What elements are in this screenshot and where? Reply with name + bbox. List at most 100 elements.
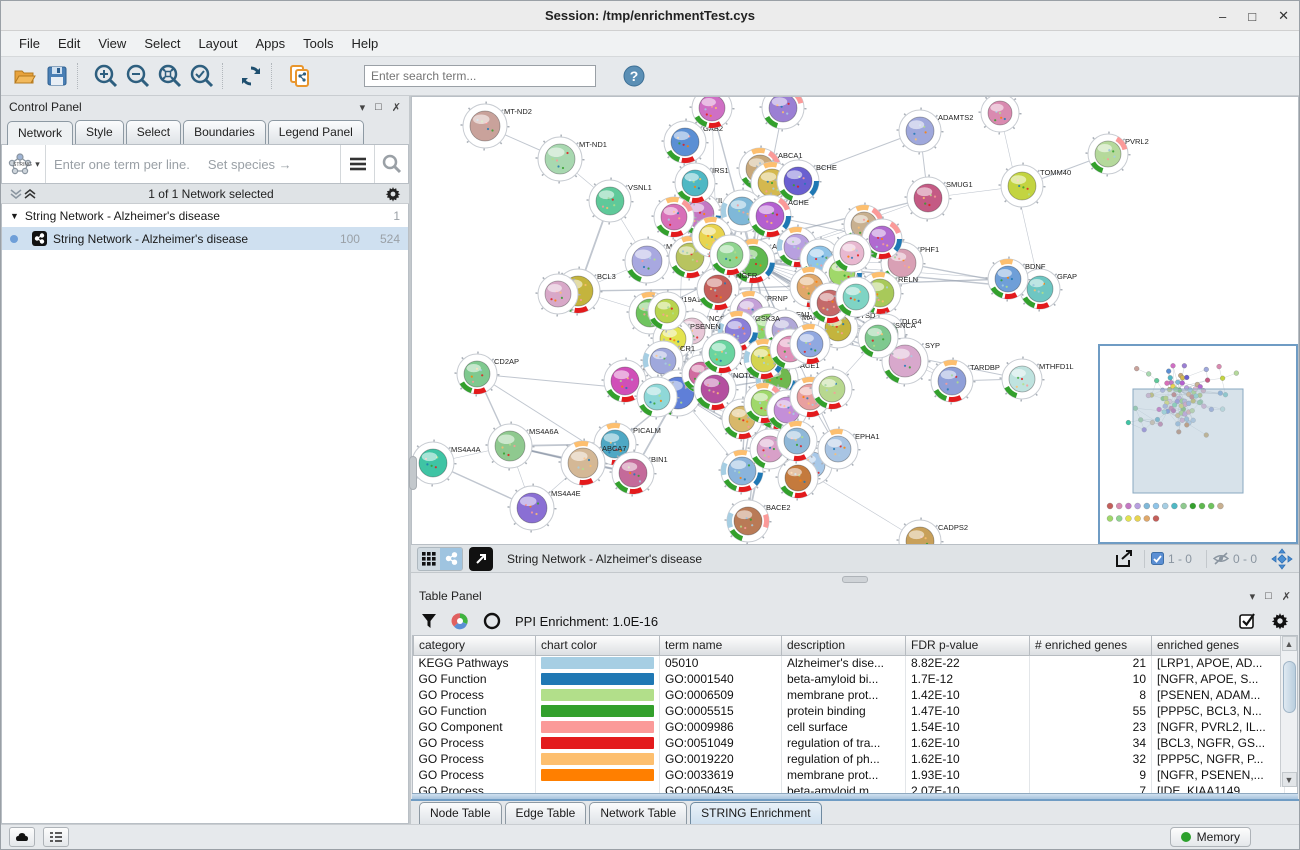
network-node-pvrl2[interactable]: PVRL2 <box>1087 133 1149 176</box>
string-dropdown-caret[interactable]: ▾ <box>35 159 40 170</box>
column-header-term-name[interactable]: term name <box>660 636 782 655</box>
network-collection-row[interactable]: ▼ String Network - Alzheimer's disease 1 <box>2 204 408 227</box>
expand-all-icon[interactable] <box>23 188 37 200</box>
table-row[interactable]: GO ComponentGO:0009986cell surface1.54E-… <box>414 719 1285 735</box>
memory-button[interactable]: Memory <box>1170 827 1251 847</box>
menu-item-view[interactable]: View <box>90 33 134 54</box>
tab-select[interactable]: Select <box>126 120 181 144</box>
table-panel-menu-icon[interactable]: ▾ <box>1250 590 1256 603</box>
network-node-cd2ap[interactable]: CD2AP <box>456 353 520 396</box>
panel-menu-icon[interactable]: ▾ <box>360 101 366 114</box>
string-search-icon[interactable] <box>374 145 408 183</box>
search-input[interactable] <box>364 65 596 87</box>
column-header-chart-color[interactable]: chart color <box>536 636 660 655</box>
open-in-window-icon[interactable] <box>469 547 493 571</box>
tab-node-table[interactable]: Node Table <box>419 802 502 824</box>
welcome-screen-button[interactable] <box>9 827 35 847</box>
column-header-enriched-genes[interactable]: # enriched genes <box>1030 636 1152 655</box>
table-row[interactable]: GO ProcessGO:0033619membrane prot...1.93… <box>414 767 1285 783</box>
table-panel-close-icon[interactable]: ✗ <box>1282 590 1291 603</box>
table-row[interactable]: GO ProcessGO:0050435beta-amyloid m...2.0… <box>414 783 1285 793</box>
column-header-fdr-p-value[interactable]: FDR p-value <box>906 636 1030 655</box>
scrollbar-thumb[interactable] <box>1283 661 1296 713</box>
network-node-ms4a4e[interactable]: MS4A4E <box>509 485 581 532</box>
network-node-mthfd1l[interactable]: MTHFD1L <box>1001 358 1074 401</box>
navigate-move-icon[interactable] <box>1271 548 1293 570</box>
table-row[interactable]: GO ProcessGO:0006509membrane prot...1.42… <box>414 687 1285 703</box>
network-row[interactable]: String Network - Alzheimer's disease 100… <box>2 227 408 250</box>
network-node-bin1[interactable]: BIN1 <box>611 451 668 496</box>
set-species-label[interactable]: Set species → <box>208 157 292 172</box>
selected-checkbox-icon[interactable] <box>1151 552 1164 565</box>
help-icon[interactable]: ? <box>618 61 650 91</box>
panel-splitter-grip[interactable] <box>409 456 417 490</box>
scroll-down-arrow[interactable]: ▼ <box>1282 772 1297 787</box>
birdseye-viewport[interactable] <box>1133 389 1243 493</box>
network-node-vsnl1[interactable]: VSNL1 <box>588 179 652 224</box>
network-share-icon[interactable] <box>440 548 462 570</box>
minimize-button[interactable]: – <box>1219 9 1226 24</box>
scroll-up-arrow[interactable]: ▲ <box>1282 636 1297 651</box>
open-folder-icon[interactable] <box>9 61 41 91</box>
network-node-bche[interactable]: BCHE <box>776 159 837 204</box>
table-vertical-scrollbar[interactable]: ▲ ▼ <box>1280 636 1297 787</box>
tab-legend-panel[interactable]: Legend Panel <box>268 120 364 144</box>
table-row[interactable]: GO FunctionGO:0005515protein binding1.47… <box>414 703 1285 719</box>
table-row[interactable]: KEGG Pathways05010Alzheimer's dise...8.8… <box>414 655 1285 671</box>
close-button[interactable]: ✕ <box>1278 8 1289 24</box>
network-node-ms4a4a[interactable]: MS4A4A <box>412 441 481 486</box>
network-node-tardbp[interactable]: TARDBP <box>930 359 1000 404</box>
network-node-mt-nd1[interactable]: MT-ND1 <box>537 136 607 183</box>
column-header-category[interactable]: category <box>414 636 536 655</box>
menu-item-tools[interactable]: Tools <box>295 33 341 54</box>
hidden-eye-icon[interactable] <box>1213 552 1229 565</box>
panel-float-icon[interactable]: □ <box>375 101 382 113</box>
tree-expand-icon[interactable]: ▼ <box>10 211 19 221</box>
grid-view-icon[interactable] <box>418 548 440 570</box>
chart-color-icon[interactable] <box>451 612 469 630</box>
clear-color-icon[interactable] <box>483 612 501 630</box>
menu-item-edit[interactable]: Edit <box>50 33 88 54</box>
save-icon[interactable] <box>41 61 73 91</box>
network-node-tomm40[interactable]: TOMM40 <box>1000 164 1072 209</box>
filter-icon[interactable] <box>421 613 437 629</box>
select-all-checkbox-icon[interactable] <box>1239 612 1257 630</box>
tab-boundaries[interactable]: Boundaries <box>183 120 266 144</box>
task-history-button[interactable] <box>43 827 69 847</box>
network-node-bace2[interactable]: BACE2 <box>726 499 791 544</box>
zoom-selected-icon[interactable] <box>186 61 218 91</box>
string-term-input[interactable]: Enter one term per line. Set species → <box>46 157 340 172</box>
export-network-icon[interactable] <box>1114 549 1136 569</box>
zoom-out-icon[interactable] <box>122 61 154 91</box>
settings-gear-icon[interactable] <box>1271 612 1289 630</box>
zoom-in-icon[interactable] <box>90 61 122 91</box>
menu-item-file[interactable]: File <box>11 33 48 54</box>
network-node-cadps2[interactable]: CADPS2 <box>898 519 969 545</box>
menu-item-select[interactable]: Select <box>136 33 188 54</box>
tab-string-enrichment[interactable]: STRING Enrichment <box>690 802 821 824</box>
network-node-epha1[interactable]: EPHA1 <box>817 428 880 471</box>
network-node[interactable] <box>980 97 1021 134</box>
tab-edge-table[interactable]: Edge Table <box>505 802 587 824</box>
tab-network-table[interactable]: Network Table <box>589 802 687 824</box>
tab-style[interactable]: Style <box>75 120 124 144</box>
clone-network-icon[interactable] <box>284 61 316 91</box>
tab-network[interactable]: Network <box>7 121 73 145</box>
menu-item-help[interactable]: Help <box>344 33 387 54</box>
column-header-enriched-genes[interactable]: enriched genes <box>1152 636 1285 655</box>
network-node-smug1[interactable]: SMUG1 <box>906 176 973 221</box>
column-header-description[interactable]: description <box>782 636 906 655</box>
birdseye-view[interactable] <box>1098 344 1298 544</box>
table-row[interactable]: GO FunctionGO:0001540beta-amyloid bi...1… <box>414 671 1285 687</box>
zoom-fit-icon[interactable] <box>154 61 186 91</box>
table-panel-float-icon[interactable]: □ <box>1265 590 1272 602</box>
table-row[interactable]: GO ProcessGO:0019220regulation of ph...1… <box>414 751 1285 767</box>
string-logo-icon[interactable]: STRING ▾ <box>2 145 46 183</box>
horizontal-splitter[interactable] <box>411 573 1299 585</box>
refresh-icon[interactable] <box>235 61 267 91</box>
table-row[interactable]: GO ProcessGO:0051049regulation of tra...… <box>414 735 1285 751</box>
network-options-gear-icon[interactable] <box>385 186 401 202</box>
string-options-icon[interactable] <box>340 145 374 183</box>
network-node[interactable] <box>761 97 806 131</box>
menu-item-layout[interactable]: Layout <box>190 33 245 54</box>
